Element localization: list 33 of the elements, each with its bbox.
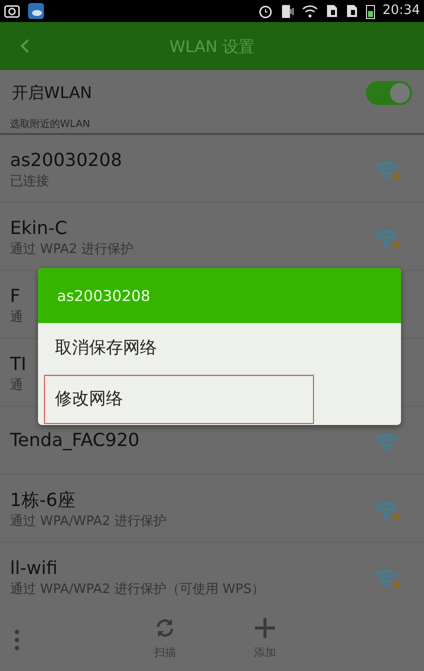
section-label: 选取附近的WLAN [0, 116, 424, 135]
network-status: 通 [10, 377, 23, 395]
network-name: Tenda_FAC920 [10, 429, 140, 453]
refresh-icon [154, 617, 176, 640]
weather-app-icon [28, 3, 44, 19]
alarm-icon [258, 4, 273, 18]
network-status: 通 [10, 309, 23, 327]
screen-title: WLAN 设置 [168, 36, 256, 58]
network-name: TI [10, 353, 26, 377]
battery-icon [366, 4, 375, 18]
sim-card-icon [326, 4, 338, 18]
network-status: 已连接 [10, 173, 49, 191]
network-status: 通过 WPA/WPA2 进行保护（可使用 WPS） [10, 581, 265, 599]
network-name: Ekin-C [10, 217, 68, 241]
phone-icon [280, 4, 294, 18]
network-status: 通过 WPA/WPA2 进行保护 [10, 513, 166, 531]
camera-icon [4, 4, 20, 18]
wlan-switch[interactable] [366, 81, 412, 105]
clock-time: 20:34 [382, 2, 420, 20]
network-name: ll-wifi [10, 557, 58, 581]
wifi-signal-icon [302, 4, 318, 18]
toggle-label: 开启WLAN [12, 82, 92, 104]
back-icon[interactable] [20, 38, 30, 54]
network-name: 1栋-6座 [10, 489, 76, 513]
network-name: as20030208 [10, 149, 122, 173]
menu-item[interactable]: 取消保存网络 [38, 323, 401, 374]
more-icon[interactable] [14, 628, 20, 650]
menu-item[interactable]: 修改网络 [43, 374, 315, 425]
dialog-title: as20030208 [38, 268, 401, 323]
sim-card-icon [346, 4, 358, 18]
network-name: F [10, 285, 20, 309]
plus-icon [254, 617, 276, 640]
network-status: 通过 WPA2 进行保护 [10, 241, 134, 259]
